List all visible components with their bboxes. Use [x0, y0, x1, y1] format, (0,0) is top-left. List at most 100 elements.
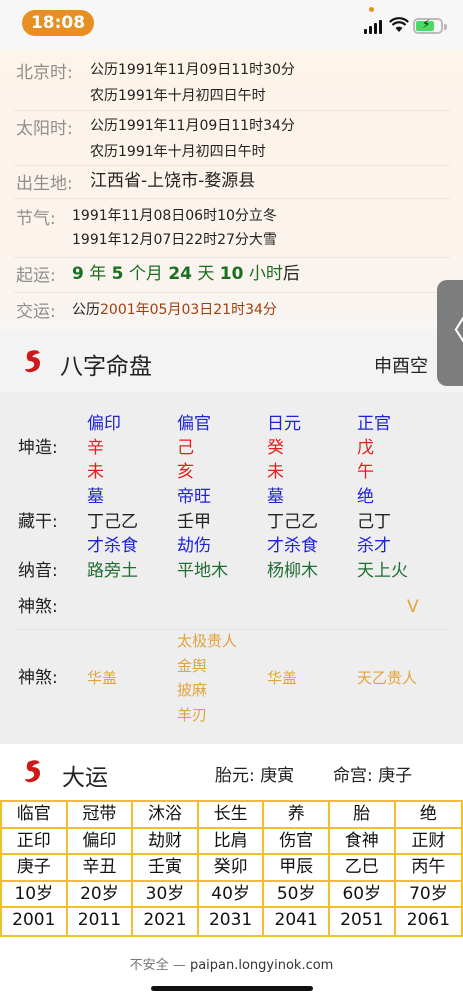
- dayun-ganzhi-row-cell: 壬寅: [133, 855, 199, 882]
- dayun-age-row-cell: 40岁: [198, 881, 265, 909]
- dayun-grid: 临官 冠带 沐浴 长生养胎绝正印 偏印 劫财 比肩 伤官 食神 正财 庚子 辛丑 壬寅 癸卯 甲辰 乙巳 丙午 1…: [0, 800, 463, 937]
- status-bar: 18:08 ⚡: [0, 0, 463, 50]
- dayun-shishen-row-cell: 比肩: [198, 828, 265, 856]
- divider: [14, 257, 450, 258]
- taiyuan: 胎元: 庚寅: [215, 766, 295, 786]
- canggan-label: 藏干:: [18, 512, 58, 532]
- dragon-logo-icon: [25, 350, 40, 373]
- dayun-year-row-cell: 2041: [264, 908, 330, 935]
- dayun-year-row-cell: 2031: [199, 908, 265, 935]
- dayun-year-row-cell: 2001: [2, 908, 68, 935]
- pillar-3-zhi: 未: [267, 462, 284, 482]
- birth-info-panel: 北京时: 公历1991年11月09日11时30分 农历1991年十月初四日午时 …: [0, 50, 463, 330]
- dayun-year-row-cell: 2051: [330, 908, 396, 935]
- pillar-2-shensha-2: 披麻: [177, 681, 208, 699]
- site-domain: paipan.longyinok.com: [189, 958, 334, 973]
- solar-time-label: 太阳时:: [16, 119, 73, 139]
- pillar-4-canggan-shishen: 杀才: [357, 536, 391, 556]
- pillar-2-shensha-0: 太极贵人: [177, 632, 238, 650]
- dayun-year-row-cell: 2011: [68, 908, 134, 935]
- dayun-changsheng-row-cell: 养: [264, 802, 330, 829]
- dayun-title: 大运: [62, 765, 108, 791]
- pillar-1-nayin: 路旁土: [87, 561, 138, 581]
- pillar-2-zhi: 亥: [177, 462, 194, 482]
- jieqi-line-1: 1991年11月08日06时10分立冬: [72, 208, 277, 224]
- pillar-3-nayin: 杨柳木: [267, 561, 318, 581]
- divider: [14, 165, 450, 166]
- pillar-4-shishen: 正官: [357, 414, 391, 434]
- dayun-age-row-cell: 30岁: [133, 881, 199, 909]
- dayun-age-row-cell: 20岁: [67, 881, 134, 909]
- pillar-2-gan: 己: [177, 438, 194, 458]
- pillar-4-gan: 戊: [357, 438, 374, 458]
- bazi-header: 八字命盘 申酉空: [0, 330, 463, 392]
- birthplace-label: 出生地:: [16, 174, 73, 194]
- pillar-2-canggan-shishen: 劫伤: [177, 536, 211, 556]
- pillar-1-state: 墓: [87, 487, 104, 507]
- solar-time-row: 太阳时: 公历1991年11月09日11时34分 农历1991年十月初四日午时: [0, 112, 463, 164]
- pillar-1-canggan: 丁己乙: [87, 512, 138, 532]
- dayun-ganzhi-row-cell: 甲辰: [264, 855, 330, 882]
- pillar-1-gan: 辛: [87, 438, 104, 458]
- pillar-3-canggan: 丁己乙: [267, 512, 318, 532]
- pillar-1-canggan-shishen: 才杀食: [87, 536, 138, 556]
- dayun-ganzhi-row-cell: 丙午: [395, 855, 462, 882]
- dayun-changsheng-row-cell: 冠带: [67, 802, 134, 829]
- dayun-changsheng-row-cell: 长生: [198, 802, 265, 829]
- chevron-left-icon: 〈: [437, 314, 463, 349]
- wifi-icon: [389, 17, 409, 32]
- browser-address-bar[interactable]: 不安全 — paipan.longyinok.com: [0, 954, 463, 973]
- dayun-year-row-cell: 2021: [133, 908, 199, 935]
- dayun-shishen-row-cell: 正财: [395, 829, 462, 856]
- divider: [14, 292, 450, 293]
- pillar-3-canggan-shishen: 才杀食: [267, 536, 318, 556]
- bazi-title: 八字命盘: [60, 354, 152, 380]
- pillar-1-shensha-0: 华盖: [87, 669, 118, 687]
- birthplace-row: 出生地: 江西省-上饶市-婺源县: [0, 167, 463, 197]
- dayun-ganzhi-row-cell: 辛丑: [67, 855, 134, 882]
- beijing-solar-date: 公历1991年11月09日11时30分: [90, 62, 295, 78]
- jiaoyun-label: 交运:: [16, 302, 56, 322]
- jiaoyun-row: 交运: 公历2001年05月03日21时34分: [0, 295, 463, 325]
- dayun-changsheng-row-cell: 胎: [330, 802, 396, 829]
- pillar-3-state: 墓: [267, 487, 284, 507]
- divider: [14, 198, 450, 199]
- dragon-logo-icon: [25, 760, 40, 783]
- shensha-expand-toggle[interactable]: V: [407, 595, 419, 619]
- qiyun-row: 起运: 9 年 5 个月 24 天 10 小时后: [0, 259, 463, 291]
- beijing-lunar-date: 农历1991年十月初四日午时: [90, 88, 266, 104]
- home-indicator[interactable]: [151, 986, 313, 991]
- privacy-indicator-dot: [369, 7, 374, 12]
- pillar-3-shishen: 日元: [267, 414, 301, 434]
- solar-time-solar-date: 公历1991年11月09日11时34分: [90, 118, 295, 134]
- dayun-shishen-row-cell: 伤官: [264, 828, 330, 856]
- cellular-signal-icon: [364, 20, 384, 34]
- dayun-shishen-row-cell: 食神: [330, 828, 396, 856]
- pillar-4-shensha-0: 天乙贵人: [357, 669, 418, 687]
- birthplace-value: 江西省-上饶市-婺源县: [90, 171, 256, 191]
- dayun-year-row-cell: 2061: [406, 910, 451, 931]
- minggong: 命宫: 庚子: [333, 766, 413, 786]
- pillar-4-canggan: 己丁: [357, 512, 391, 532]
- solar-time-lunar-date: 农历1991年十月初四日午时: [90, 144, 266, 160]
- pillar-2-shishen: 偏官: [177, 414, 211, 434]
- dayun-age-row-cell: 60岁: [330, 881, 396, 909]
- dayun-changsheng-row-cell: 绝: [395, 802, 462, 829]
- kunzao-label: 坤造:: [18, 438, 58, 458]
- pillar-3-gan: 癸: [267, 438, 284, 458]
- dayun-header: 大运 胎元: 庚寅 命宫: 庚子: [0, 744, 463, 800]
- divider: [14, 110, 450, 111]
- beijing-time-label: 北京时:: [16, 63, 73, 83]
- side-collapse-tab[interactable]: 〈: [437, 280, 463, 386]
- status-time: 18:08: [22, 10, 94, 36]
- qiyun-value: 9 年 5 个月 24 天 10 小时后: [72, 264, 300, 284]
- jieqi-line-2: 1991年12月07日22时27分大雪: [72, 232, 277, 248]
- battery-charging-icon: ⚡: [413, 17, 447, 34]
- bazi-chart: 坤造: 藏干: 纳音: 神煞: V 神煞: 偏印 辛 未 墓 丁己乙 才杀食 路…: [0, 392, 463, 744]
- pillar-1-shishen: 偏印: [87, 414, 121, 434]
- pillar-4-nayin: 天上火: [357, 561, 408, 581]
- insecure-label: 不安全 —: [129, 958, 186, 973]
- jiaoyun-value: 公历2001年05月03日21时34分: [72, 302, 277, 318]
- pillar-2-canggan: 壬甲: [177, 512, 211, 532]
- dayun-age-row-cell: 50岁: [264, 881, 330, 909]
